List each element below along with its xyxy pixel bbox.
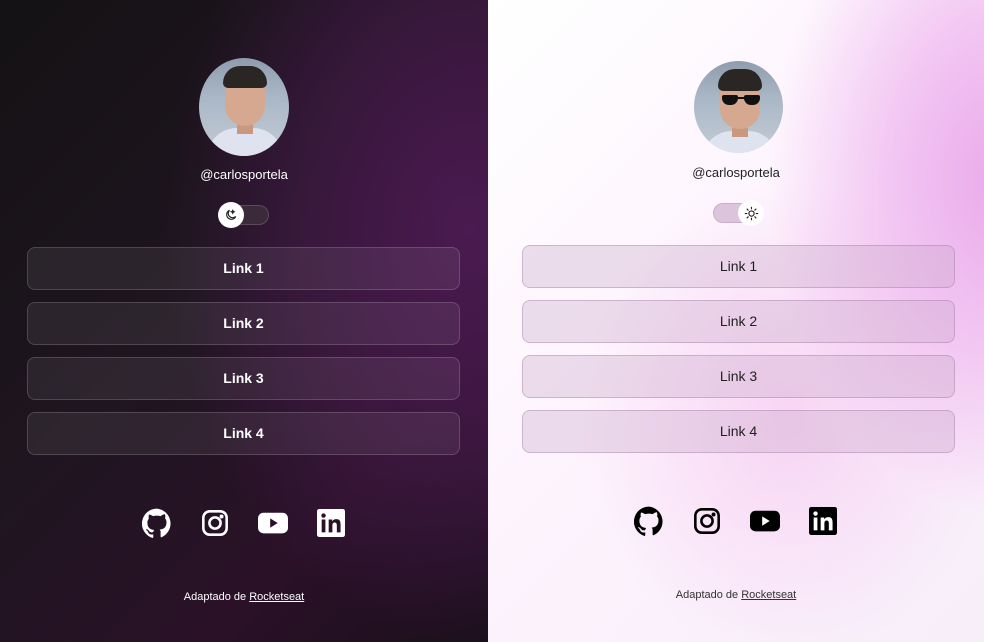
- instagram-icon[interactable]: [692, 506, 722, 536]
- link-button-4[interactable]: Link 4: [522, 410, 955, 453]
- link-button-1[interactable]: Link 1: [27, 247, 460, 290]
- theme-toggle[interactable]: [713, 200, 764, 226]
- instagram-icon[interactable]: [200, 508, 230, 538]
- social-links: [0, 508, 488, 538]
- rocketseat-link[interactable]: Rocketseat: [249, 591, 304, 603]
- dark-theme-panel: @carlosportela Link 1 Link 2 Link 3 Link…: [0, 0, 488, 642]
- youtube-icon[interactable]: [750, 506, 780, 536]
- sunglasses-icon: [722, 95, 760, 105]
- link-button-3[interactable]: Link 3: [27, 357, 460, 400]
- footer: Adaptado de Rocketseat: [0, 591, 488, 603]
- github-icon[interactable]: [634, 506, 664, 536]
- theme-toggle[interactable]: [218, 202, 269, 228]
- rocketseat-link[interactable]: Rocketseat: [741, 589, 796, 601]
- linkedin-icon[interactable]: [808, 506, 838, 536]
- username: @carlosportela: [200, 167, 288, 182]
- footer: Adaptado de Rocketseat: [488, 589, 984, 601]
- sun-icon: [738, 200, 764, 226]
- username: @carlosportela: [692, 165, 780, 180]
- link-button-2[interactable]: Link 2: [27, 302, 460, 345]
- links-list: Link 1 Link 2 Link 3 Link 4: [27, 247, 460, 467]
- footer-text: Adaptado de: [183, 591, 250, 603]
- youtube-icon[interactable]: [258, 508, 288, 538]
- moon-icon: [218, 202, 244, 228]
- linkedin-icon[interactable]: [316, 508, 346, 538]
- avatar: [694, 61, 783, 153]
- avatar: [199, 58, 289, 156]
- link-button-4[interactable]: Link 4: [27, 412, 460, 455]
- footer-text: Adaptado de: [675, 589, 742, 601]
- link-button-2[interactable]: Link 2: [522, 300, 955, 343]
- link-button-1[interactable]: Link 1: [522, 245, 955, 288]
- light-theme-panel: @carlosportela Link 1 Link 2 Link 3 Link…: [488, 0, 984, 642]
- github-icon[interactable]: [142, 508, 172, 538]
- social-links: [488, 506, 984, 536]
- links-list: Link 1 Link 2 Link 3 Link 4: [522, 245, 955, 465]
- link-button-3[interactable]: Link 3: [522, 355, 955, 398]
